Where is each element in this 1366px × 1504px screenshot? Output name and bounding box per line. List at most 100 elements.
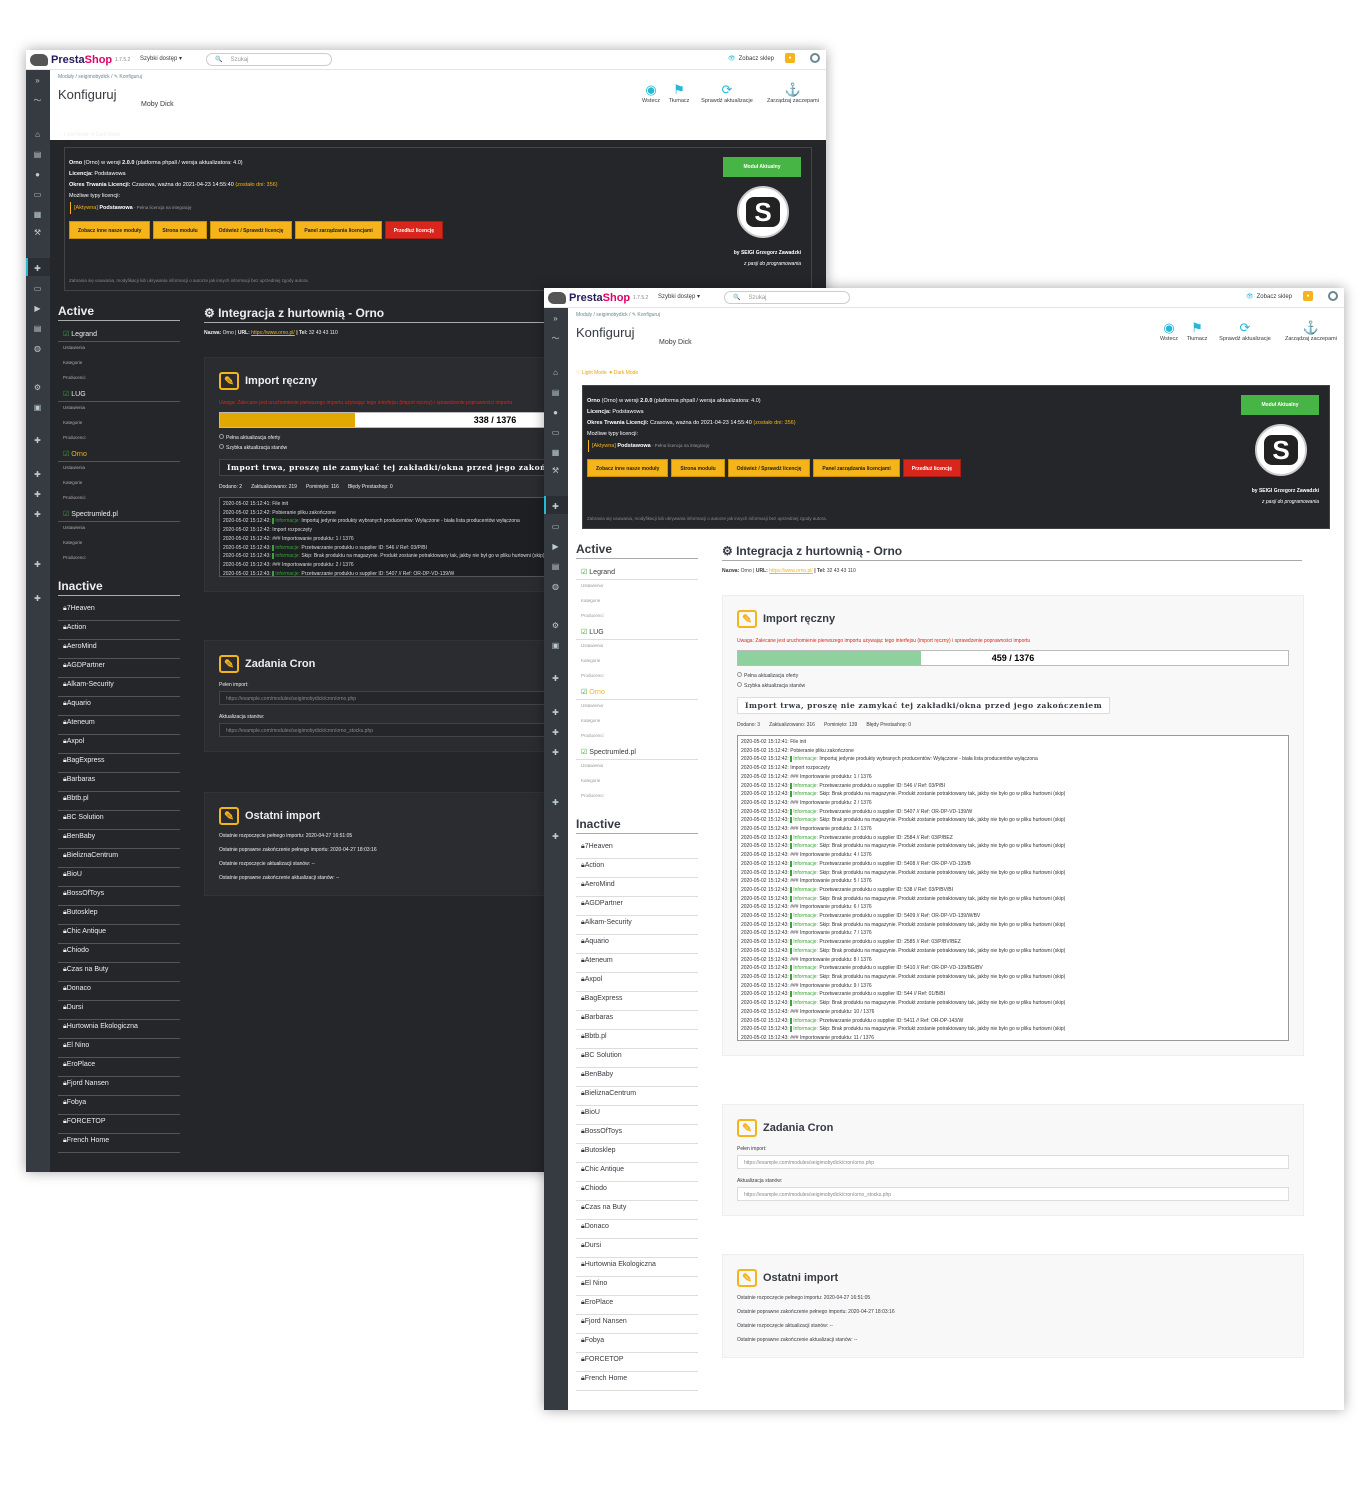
sidebar-icon-9[interactable]: ▭ bbox=[33, 284, 42, 293]
inactive-module-item[interactable]: 🔒︎Axpol bbox=[576, 973, 698, 992]
module-sub-link[interactable]: Kategorie bbox=[576, 655, 698, 670]
inactive-module-item[interactable]: 🔒︎Chiodo bbox=[576, 1182, 698, 1201]
inactive-module-item[interactable]: 🔒︎Axpol bbox=[58, 735, 180, 754]
dark-mode-link[interactable]: ♥ Dark Mode bbox=[609, 370, 638, 376]
inactive-module-item[interactable]: 🔒︎Chic Antique bbox=[576, 1163, 698, 1182]
active-module-item[interactable]: ☑ Spectrumled.pl bbox=[58, 507, 180, 522]
active-module-item[interactable]: ☑ Orno bbox=[576, 685, 698, 700]
inactive-module-item[interactable]: 🔒︎Czas na Buty bbox=[58, 963, 180, 982]
module-sub-link[interactable]: Ustawienia bbox=[58, 462, 180, 477]
sidebar-icon-1[interactable]: 〜 bbox=[33, 96, 42, 105]
sidebar-icon-18[interactable]: ✚ bbox=[551, 748, 560, 757]
active-module-item[interactable]: ☑ Orno bbox=[58, 447, 180, 462]
module-sub-link[interactable]: Kategorie bbox=[576, 595, 698, 610]
module-sub-link[interactable]: Producenci bbox=[576, 610, 698, 625]
inactive-module-item[interactable]: 🔒︎Aquario bbox=[576, 935, 698, 954]
inactive-module-item[interactable]: 🔒︎BossOfToys bbox=[576, 1125, 698, 1144]
inactive-module-item[interactable]: 🔒︎Fobya bbox=[58, 1096, 180, 1115]
quick-update-radio[interactable]: Szybka aktualizacja stanów bbox=[737, 681, 1289, 691]
sidebar-icon-6[interactable]: ▦ bbox=[551, 448, 560, 457]
inactive-module-item[interactable]: 🔒︎BioU bbox=[576, 1106, 698, 1125]
sidebar-icon-2[interactable]: ⌂ bbox=[33, 130, 42, 139]
user-avatar-icon[interactable] bbox=[1328, 291, 1338, 301]
module-sub-link[interactable]: Producenci bbox=[576, 790, 698, 805]
module-sub-link[interactable]: Ustawienia bbox=[576, 640, 698, 655]
module-status-button[interactable]: Moduł Aktualny bbox=[1241, 395, 1319, 415]
sidebar-icon-9[interactable]: ▭ bbox=[551, 522, 560, 531]
sidebar-icon-8[interactable]: ✚ bbox=[551, 502, 560, 511]
module-sub-link[interactable]: Producenci bbox=[576, 670, 698, 685]
check-updates-button[interactable]: ⟳ Sprawdź aktualizacje bbox=[1214, 320, 1276, 342]
inactive-module-item[interactable]: 🔒︎Butosklep bbox=[58, 906, 180, 925]
refresh-license-button[interactable]: Odśwież / Sprawdź licencję bbox=[209, 221, 293, 239]
sidebar-icon-16[interactable]: ✚ bbox=[551, 708, 560, 717]
sidebar-icon-11[interactable]: ▤ bbox=[551, 562, 560, 571]
inactive-module-item[interactable]: 🔒︎Bbtb.pl bbox=[576, 1030, 698, 1049]
back-button[interactable]: ◉ Wstecz bbox=[640, 82, 662, 104]
inactive-module-item[interactable]: 🔒︎Donaco bbox=[576, 1220, 698, 1239]
sidebar-icon-8[interactable]: ✚ bbox=[33, 264, 42, 273]
module-sub-link[interactable]: Kategorie bbox=[58, 477, 180, 492]
inactive-module-item[interactable]: 🔒︎French Home bbox=[576, 1372, 698, 1391]
inactive-module-item[interactable]: 🔒︎Aquario bbox=[58, 697, 180, 716]
inactive-module-item[interactable]: 🔒︎Fjord Nansen bbox=[58, 1077, 180, 1096]
inactive-module-item[interactable]: 🔒︎7Heaven bbox=[58, 602, 180, 621]
other-modules-button[interactable]: Zobacz inne nasze moduły bbox=[587, 459, 669, 477]
module-status-button[interactable]: Moduł Aktualny bbox=[723, 157, 801, 177]
active-module-item[interactable]: ☑ Spectrumled.pl bbox=[576, 745, 698, 760]
inactive-module-item[interactable]: 🔒︎AeroMind bbox=[58, 640, 180, 659]
module-sub-link[interactable]: Producenci bbox=[58, 552, 180, 567]
extend-license-button[interactable]: Przedłuż licencję bbox=[384, 221, 444, 239]
view-shop-link[interactable]: 👁 Zobacz sklep bbox=[728, 55, 774, 62]
module-sub-link[interactable]: Producenci bbox=[576, 730, 698, 745]
inactive-module-item[interactable]: 🔒︎Ateneum bbox=[58, 716, 180, 735]
inactive-module-item[interactable]: 🔒︎Hurtownia Ekologiczna bbox=[58, 1020, 180, 1039]
sidebar-icon-0[interactable]: » bbox=[33, 76, 42, 85]
sidebar-icon-17[interactable]: ✚ bbox=[33, 490, 42, 499]
inactive-module-item[interactable]: 🔒︎AeroMind bbox=[576, 878, 698, 897]
module-sub-link[interactable]: Kategorie bbox=[58, 537, 180, 552]
sidebar-icon-12[interactable]: ◍ bbox=[551, 582, 560, 591]
sidebar-icon-20[interactable]: ✚ bbox=[33, 594, 42, 603]
sidebar-icon-12[interactable]: ◍ bbox=[33, 344, 42, 353]
search-input[interactable]: 🔍 Szukaj bbox=[206, 53, 332, 66]
inactive-module-item[interactable]: 🔒︎FORCETOP bbox=[576, 1353, 698, 1372]
inactive-module-item[interactable]: 🔒︎BagExpress bbox=[576, 992, 698, 1011]
inactive-module-item[interactable]: 🔒︎BC Solution bbox=[576, 1049, 698, 1068]
module-sub-link[interactable]: Producenci bbox=[58, 432, 180, 447]
inactive-module-item[interactable]: 🔒︎Butosklep bbox=[576, 1144, 698, 1163]
inactive-module-item[interactable]: 🔒︎Czas na Buty bbox=[576, 1201, 698, 1220]
translate-button[interactable]: ⚑ Tłumacz bbox=[1184, 320, 1210, 342]
sidebar-icon-5[interactable]: ▭ bbox=[33, 190, 42, 199]
stock-update-url-field[interactable]: https://example.com/modules/seigimobydic… bbox=[737, 1187, 1289, 1201]
inactive-module-item[interactable]: 🔒︎FORCETOP bbox=[58, 1115, 180, 1134]
user-avatar-icon[interactable] bbox=[810, 53, 820, 63]
inactive-module-item[interactable]: 🔒︎EroPlace bbox=[58, 1058, 180, 1077]
module-sub-link[interactable]: Ustawienia bbox=[576, 700, 698, 715]
inactive-module-item[interactable]: 🔒︎BC Solution bbox=[58, 811, 180, 830]
sidebar-icon-3[interactable]: ▤ bbox=[551, 388, 560, 397]
sidebar-icon-20[interactable]: ✚ bbox=[551, 832, 560, 841]
light-mode-link[interactable]: ♡ Light Mode bbox=[58, 132, 89, 138]
inactive-module-item[interactable]: 🔒︎El Nino bbox=[58, 1039, 180, 1058]
active-module-item[interactable]: ☑ Legrand bbox=[58, 327, 180, 342]
search-input[interactable]: 🔍 Szukaj bbox=[724, 291, 850, 304]
full-update-radio[interactable]: Pełna aktualizacja oferty bbox=[737, 671, 1289, 681]
notifications-icon[interactable]: ● bbox=[1303, 291, 1313, 301]
sidebar-icon-6[interactable]: ▦ bbox=[33, 210, 42, 219]
view-shop-link[interactable]: 👁 Zobacz sklep bbox=[1246, 293, 1292, 300]
inactive-module-item[interactable]: 🔒︎BieliznaCentrum bbox=[58, 849, 180, 868]
inactive-module-item[interactable]: 🔒︎Chiodo bbox=[58, 944, 180, 963]
inactive-module-item[interactable]: 🔒︎Ateneum bbox=[576, 954, 698, 973]
translate-button[interactable]: ⚑ Tłumacz bbox=[666, 82, 692, 104]
active-module-item[interactable]: ☑ LUG bbox=[58, 387, 180, 402]
inactive-module-item[interactable]: 🔒︎BagExpress bbox=[58, 754, 180, 773]
module-sub-link[interactable]: Kategorie bbox=[58, 417, 180, 432]
quick-access-menu[interactable]: Szybki dostęp ▾ bbox=[658, 293, 700, 300]
manage-hooks-button[interactable]: ⚓ Zarządzaj zaczepami bbox=[1280, 320, 1342, 342]
wholesaler-url-link[interactable]: https://www.orno.pl/ bbox=[251, 330, 295, 336]
inactive-module-item[interactable]: 🔒︎BieliznaCentrum bbox=[576, 1087, 698, 1106]
prestashop-logo[interactable]: PrestaShop bbox=[548, 291, 630, 305]
sidebar-icon-14[interactable]: ▣ bbox=[33, 403, 42, 412]
license-panel-button[interactable]: Panel zarządzania licencjami bbox=[813, 459, 900, 477]
